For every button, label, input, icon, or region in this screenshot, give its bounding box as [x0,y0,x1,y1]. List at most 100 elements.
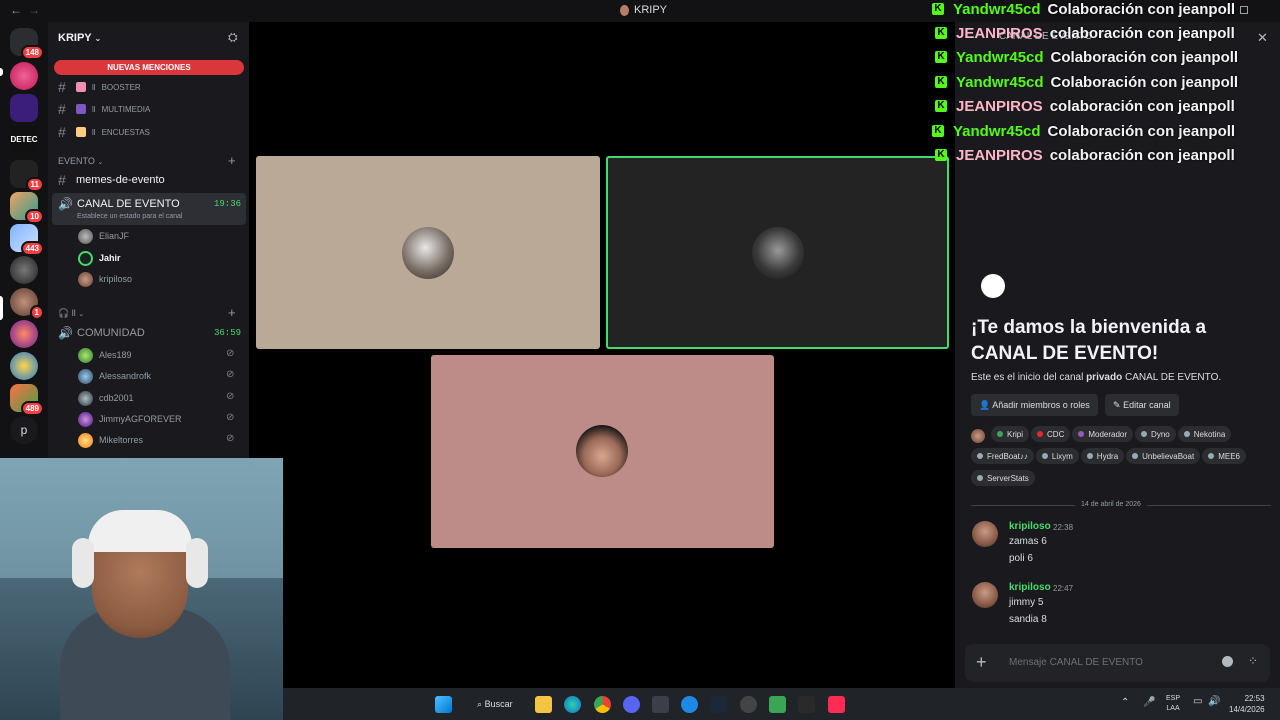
search-button[interactable]: ⌕ Buscar [469,694,521,714]
role-chip[interactable]: Hydra [1080,448,1125,464]
avatar [752,227,804,279]
voice-channel-comunidad[interactable]: 🔊 COMUNIDAD 36:59 [52,323,246,343]
guild-header[interactable]: KRIPY ⌄ [58,32,101,44]
channel-label: MULTIMEDIA [101,104,151,114]
headphones [72,538,94,588]
add-members-button[interactable]: 👤 Añadir miembros o roles [971,394,1098,416]
server-z-icon[interactable] [10,94,38,122]
voice-channel-name: COMUNIDAD [77,327,145,339]
back-arrow-icon[interactable]: ← [10,3,22,17]
language-indicator[interactable]: ESP LAA [1166,694,1180,714]
epic-games-icon[interactable] [798,696,815,713]
obs-icon[interactable] [740,696,757,713]
voice-member[interactable]: JimmyAGFOREVER [78,410,182,428]
minecraft-icon[interactable] [769,696,786,713]
voice-member[interactable]: cdb2001 [78,389,134,407]
new-mentions-banner[interactable]: NUEVAS MENCIONES [54,60,244,75]
message-author[interactable]: kripiloso [1009,521,1051,532]
overlay-chat-line: K Yandwr45cd Colaboración con jeanpoll [932,0,1235,20]
channel-encuestas[interactable]: # ll ENCUESTAS [58,122,150,142]
role-chip[interactable]: FredBoat♪♪ [971,448,1034,464]
voice-member[interactable]: Alessandrofk [78,367,151,385]
edit-channel-button[interactable]: ✎ Editar canal [1105,394,1179,416]
server-dark-icon[interactable] [10,256,38,284]
voice-status-hint[interactable]: Establece un estado para el canal [77,213,182,220]
chevron-up-icon[interactable]: ⌃ [1121,697,1129,708]
role-chip[interactable]: Moderador [1072,426,1134,442]
avatar[interactable] [972,521,998,547]
message-author[interactable]: kripiloso [1009,582,1051,593]
close-icon[interactable]: ✕ [1257,30,1268,46]
apps-icon[interactable]: ⁘ [1248,654,1258,668]
edge-icon[interactable] [564,696,581,713]
taskbar: ⌕ Buscar ⌃ 🎤 ESP LAA ▭ 🔊 22:53 14/4/2026 [283,688,1280,720]
role-chip[interactable]: CDC [1031,426,1071,442]
avatar [576,425,628,477]
start-icon[interactable] [435,696,452,713]
message-input[interactable]: Mensaje CANAL DE EVENTO [1009,657,1143,668]
voice-tile-kripiloso[interactable] [431,355,774,548]
message-text: poli 6 [1009,553,1033,564]
steam-icon[interactable] [710,696,727,713]
chrome-icon[interactable] [594,696,611,713]
voice-tile-elianjf[interactable] [256,156,600,349]
voice-channel-canal-de-evento[interactable]: 🔊 CANAL DE EVENTO 19:36 Establece un est… [52,193,246,225]
server-folder-icon[interactable]: 11 [10,160,44,192]
server-lotus-icon[interactable] [10,62,38,90]
volume-icon[interactable]: 🔊 [1208,696,1220,707]
avatar [78,411,93,427]
tiktok-icon[interactable] [828,696,845,713]
forward-arrow-icon[interactable]: → [28,3,40,17]
voice-tile-jahir-speaking[interactable] [606,156,949,349]
voice-member[interactable]: ElianJF [78,227,129,245]
role-chip[interactable]: UnbelievaBoat [1126,448,1201,464]
microphone-icon[interactable]: 🎤 [1143,697,1155,708]
role-chip[interactable]: Dyno [1135,426,1176,442]
channel-label: BOOSTER [101,82,141,92]
deafened-icon: ⊘ [226,348,235,359]
add-friend-icon[interactable]: ⛭ [228,30,238,45]
channel-multimedia[interactable]: # ll MULTIMEDIA [58,99,150,119]
voice-member[interactable]: Ales189 [78,346,132,364]
discord-icon[interactable] [623,696,640,713]
category-evento[interactable]: EVENTO ⌄ [58,156,103,166]
voice-member[interactable]: kripiloso [78,270,132,288]
kick-icon: K [935,149,947,161]
date-divider: 14 de abril de 2026 [1075,501,1147,508]
server-p-icon[interactable]: p [10,416,38,444]
app-blue-icon[interactable] [681,696,698,713]
server-group-icon[interactable]: 10 [10,192,44,224]
role-chip[interactable]: MEE6 [1202,448,1246,464]
speech-bubble-icon [981,274,1005,298]
emoji-icon[interactable] [1222,656,1233,667]
app-icon[interactable] [652,696,669,713]
avatar[interactable] [972,582,998,608]
maximize-icon[interactable] [1240,6,1248,14]
direct-messages-icon[interactable]: 148 [10,28,44,60]
rocket-icon [76,82,86,92]
add-channel-icon[interactable]: + [228,305,236,320]
server-detec-icon[interactable]: DETEC [10,126,38,154]
role-chip[interactable]: ServerStats [971,470,1035,486]
server-red-icon[interactable] [10,320,38,348]
server-folder2-icon[interactable]: 443 [10,224,44,256]
clock[interactable]: 22:53 14/4/2026 [1229,693,1265,715]
file-explorer-icon[interactable] [535,696,552,713]
voice-member[interactable]: Mikeltorres [78,431,143,449]
channel-memes-de-evento[interactable]: # memes-de-evento [58,170,165,190]
hash-icon: # [58,172,66,188]
category-voice[interactable]: 🎧 ll ⌄ [58,308,84,319]
voice-member[interactable]: Jahir [78,249,121,267]
server-kripy-icon[interactable]: 1 [10,288,44,320]
role-chip[interactable]: Lixym [1035,448,1079,464]
network-icon[interactable]: ▭ [1193,696,1202,707]
kick-icon: K [932,3,944,15]
add-channel-icon[interactable]: + [228,153,236,168]
server-cartoon-icon[interactable] [10,352,38,380]
channel-booster[interactable]: # ll BOOSTER [58,77,141,97]
role-chip[interactable]: Kripi [991,426,1030,442]
plus-icon[interactable]: + [976,652,987,673]
role-chip[interactable]: Nekotina [1177,426,1232,442]
deafened-icon: ⊘ [226,391,235,402]
server-folder3-icon[interactable]: 489 [10,384,44,416]
